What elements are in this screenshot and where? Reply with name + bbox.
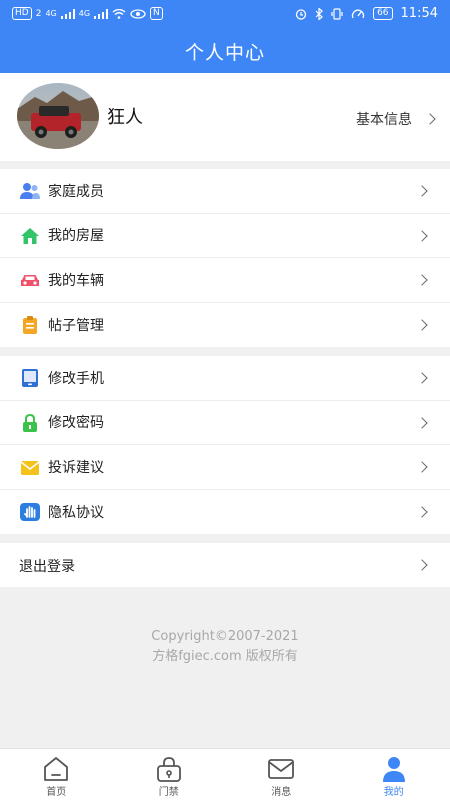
nfc-icon: N [150, 7, 163, 20]
menu-label: 我的房屋 [48, 228, 104, 245]
signal-strength-icon [60, 8, 75, 19]
family-members-icon [20, 183, 40, 199]
username: 狂人 [107, 107, 143, 128]
bluetooth-icon [315, 7, 323, 20]
phone-icon [22, 369, 38, 387]
basic-info-link[interactable]: 基本信息 [356, 109, 436, 129]
menu-label: 家庭成员 [48, 183, 104, 200]
menu-label: 修改手机 [48, 370, 104, 387]
avatar[interactable] [17, 83, 99, 149]
chevron-right-icon [416, 229, 428, 242]
signal-4g-label: 4G [45, 9, 57, 18]
tab-label: 首页 [46, 787, 67, 798]
bottom-tab-bar: 首页 门禁 消息 我的 [0, 748, 450, 800]
tab-mine[interactable]: 我的 [338, 749, 450, 800]
access-control-icon [156, 757, 181, 782]
vibrate-icon [331, 7, 343, 20]
chevron-right-icon [416, 372, 428, 384]
copyright-line-1: Copyright©2007-2021 [151, 629, 299, 644]
hand-icon [20, 502, 40, 521]
car-icon [21, 275, 39, 286]
copyright-line-2: 方格fgiec.com 版权所有 [152, 649, 298, 664]
chevron-right-icon [416, 461, 428, 473]
chevron-right-icon [424, 113, 436, 125]
alarm-icon [295, 8, 307, 20]
eye-icon [130, 8, 146, 19]
logout-row[interactable]: 退出登录 [0, 543, 450, 587]
speed-gauge-icon [351, 9, 365, 18]
logout-label: 退出登录 [19, 559, 75, 575]
hd-badge: HD [12, 7, 32, 20]
menu-item-post-management[interactable]: 帖子管理 [0, 303, 450, 348]
menu-label: 隐私协议 [48, 504, 104, 521]
tab-messages[interactable]: 消息 [225, 749, 338, 800]
clock-time: 11:54 [400, 6, 438, 21]
status-right: 66 11:54 [295, 6, 438, 21]
clipboard-icon [23, 315, 37, 334]
menu-item-privacy-agreement[interactable]: 隐私协议 [0, 490, 450, 535]
avatar-car-photo [17, 83, 99, 149]
menu-label: 修改密码 [48, 415, 104, 432]
menu-group-household: 家庭成员 我的房屋 我的车辆 帖子管理 [0, 169, 450, 347]
chevron-right-icon [416, 274, 428, 286]
mail-icon [268, 759, 294, 779]
lock-icon [23, 413, 37, 432]
status-bar: HD 2 4G 4G N 66 11:54 [0, 0, 450, 28]
signal-4g-label-2: 4G [78, 9, 91, 18]
chevron-right-icon [416, 185, 428, 197]
home-icon [44, 757, 68, 781]
menu-label: 帖子管理 [48, 317, 104, 334]
menu-item-my-house[interactable]: 我的房屋 [0, 214, 450, 258]
battery-level: 66 [373, 7, 393, 20]
copyright-notice: Copyright©2007-2021 方格fgiec.com 版权所有 [0, 627, 450, 667]
app-header: HD 2 4G 4G N 66 11:54 个人中心 [0, 0, 450, 73]
chevron-right-icon [416, 559, 428, 571]
user-icon [382, 757, 405, 782]
tab-label: 门禁 [158, 787, 179, 798]
tab-home[interactable]: 首页 [0, 749, 113, 800]
tab-label: 我的 [383, 787, 404, 798]
menu-label: 投诉建议 [48, 459, 104, 476]
menu-item-my-vehicle[interactable]: 我的车辆 [0, 258, 450, 303]
menu-item-complaints-suggestions[interactable]: 投诉建议 [0, 445, 450, 490]
basic-info-label: 基本信息 [356, 112, 412, 128]
status-left: HD 2 4G 4G N [12, 7, 163, 20]
house-icon [21, 227, 39, 244]
hd-number: 2 [35, 8, 42, 19]
menu-group-account: 修改手机 修改密码 投诉建议 隐私协议 [0, 356, 450, 534]
page-title: 个人中心 [184, 42, 265, 64]
tab-access-control[interactable]: 门禁 [113, 749, 226, 800]
chevron-right-icon [416, 505, 428, 518]
menu-item-family-members[interactable]: 家庭成员 [0, 169, 450, 214]
wifi-icon [112, 8, 126, 19]
chevron-right-icon [416, 416, 428, 429]
profile-card[interactable]: 狂人 基本信息 [0, 73, 450, 161]
signal-strength-icon-2 [94, 8, 109, 19]
menu-item-change-password[interactable]: 修改密码 [0, 401, 450, 445]
menu-label: 我的车辆 [48, 272, 104, 289]
chevron-right-icon [416, 318, 428, 331]
tab-label: 消息 [271, 787, 292, 798]
menu-item-change-phone[interactable]: 修改手机 [0, 356, 450, 401]
envelope-icon [20, 461, 40, 475]
